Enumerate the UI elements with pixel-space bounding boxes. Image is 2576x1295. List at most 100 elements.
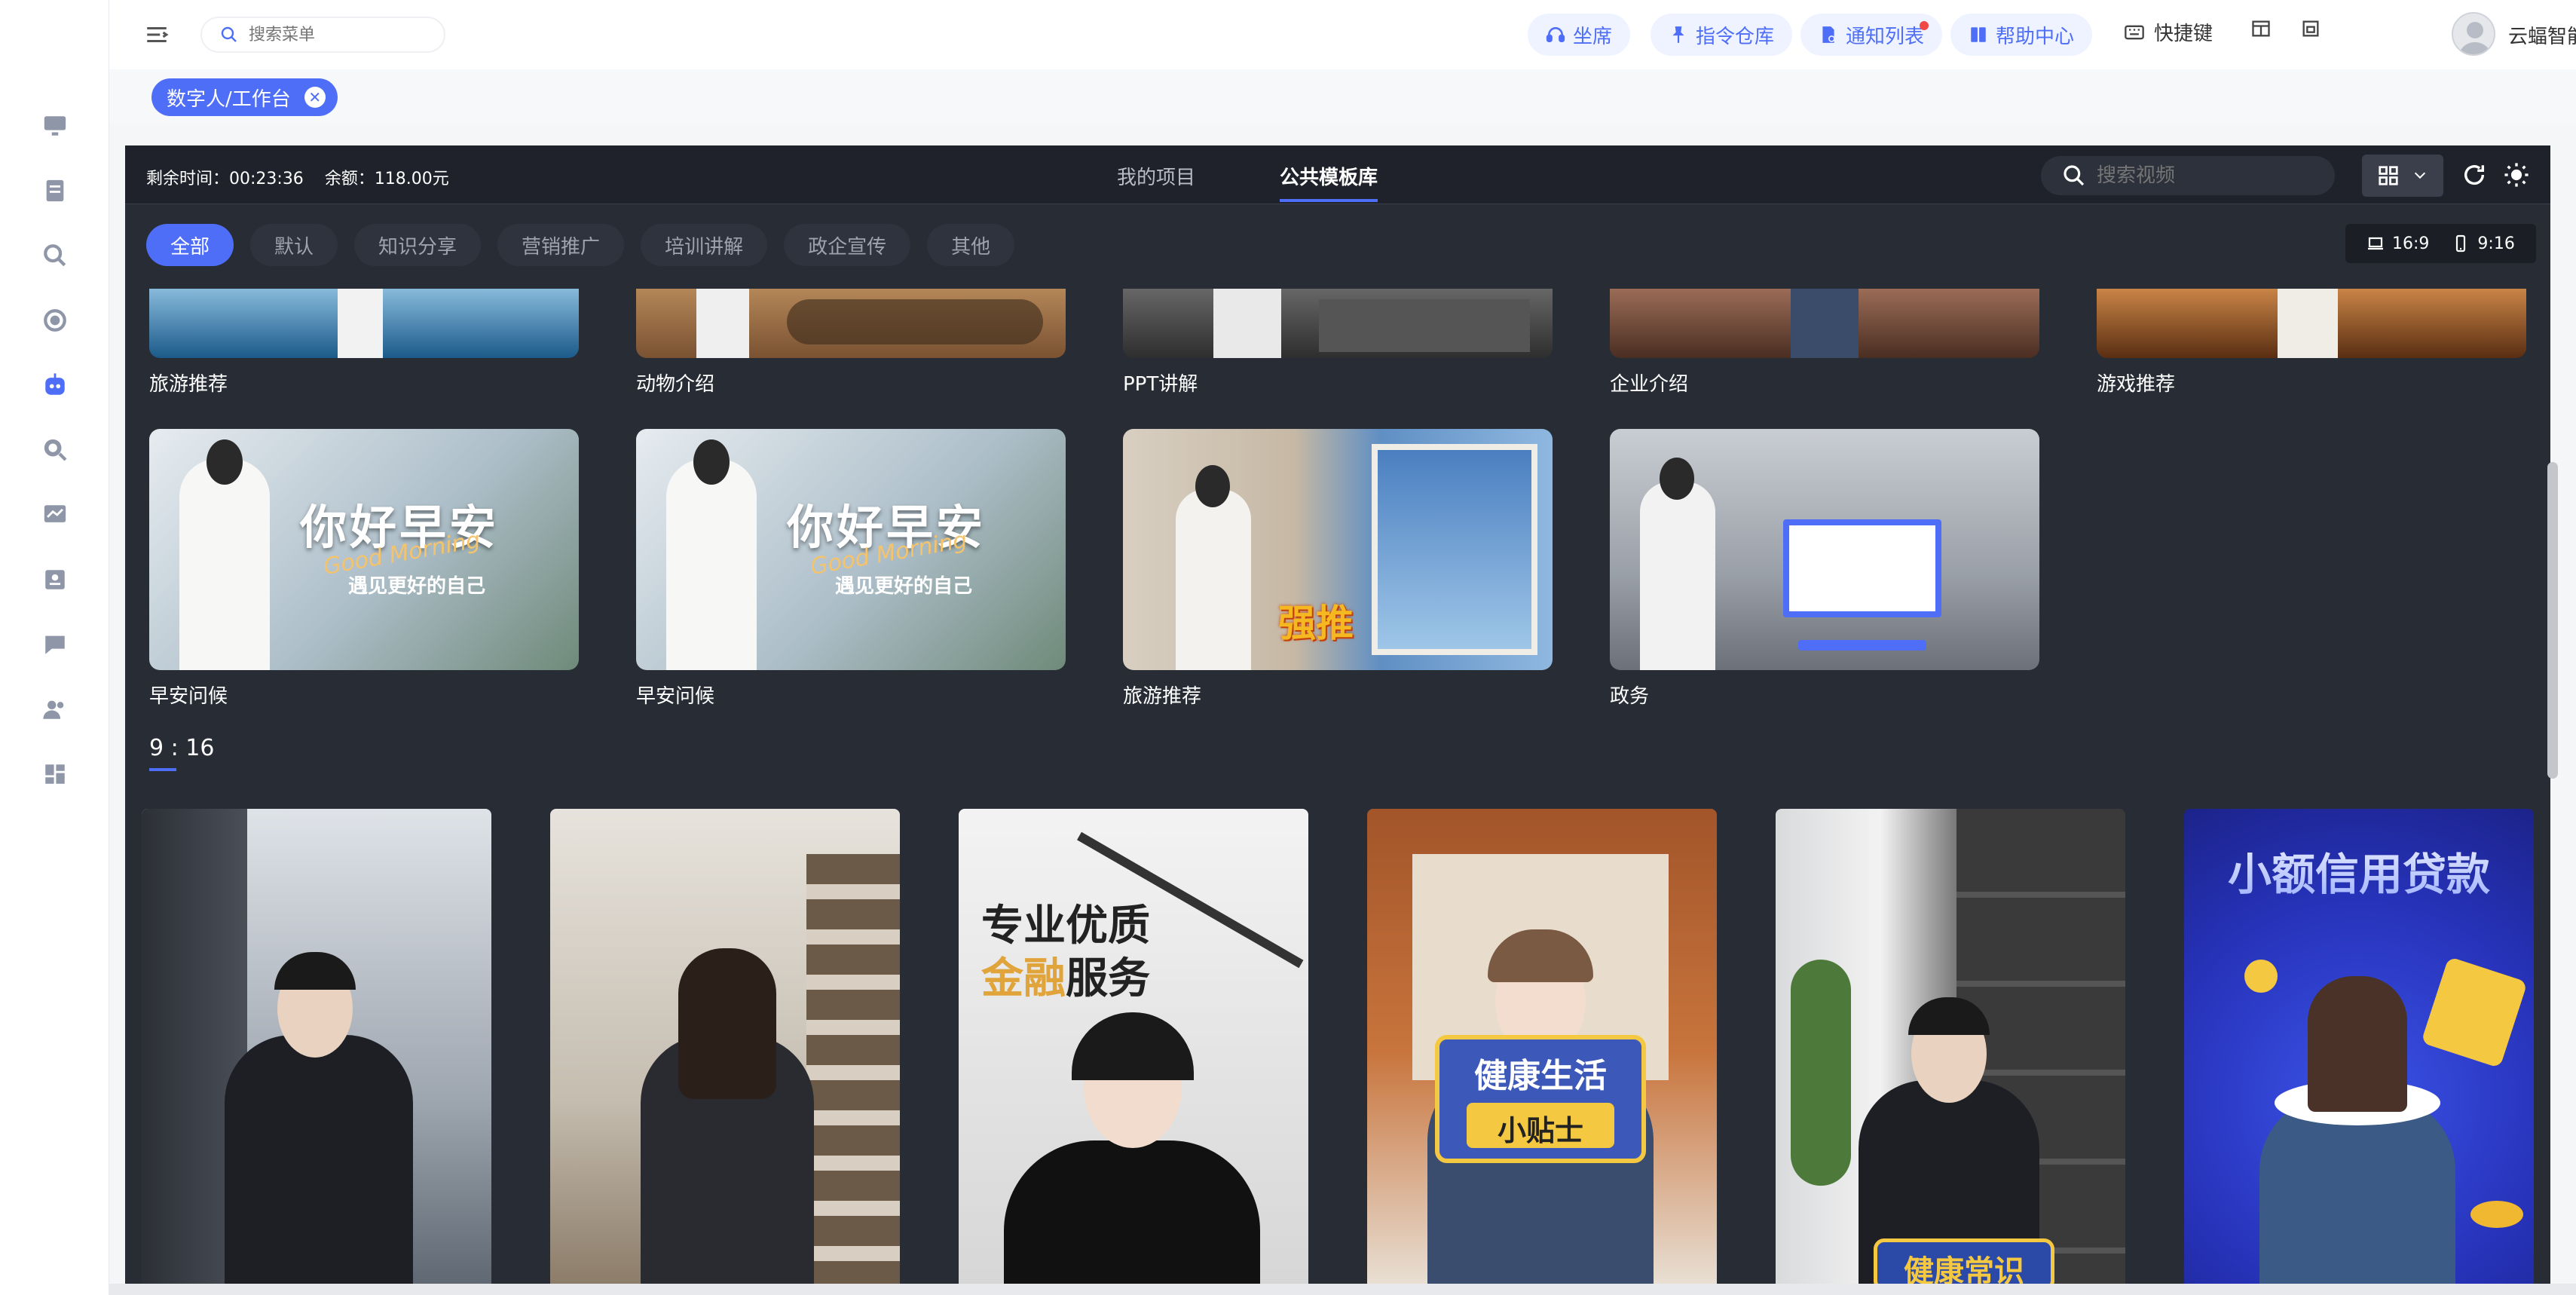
category-all[interactable]: 全部: [146, 224, 234, 266]
screen-shape: [1783, 519, 1941, 617]
menu-search-box[interactable]: [200, 17, 445, 53]
category-marketing[interactable]: 营销推广: [497, 224, 625, 266]
help-center-button[interactable]: 帮助中心: [1950, 14, 2093, 56]
remaining-time: 剩余时间：00:23:36: [146, 170, 304, 188]
portrait-template-card[interactable]: [142, 809, 491, 1284]
ratio-16-9-option[interactable]: 16:9: [2366, 234, 2429, 253]
notification-doc-icon: [1822, 26, 1835, 43]
sign-board: 健康生活 小贴士: [1435, 1035, 1646, 1163]
menu-toggle-icon[interactable]: [143, 22, 170, 47]
template-thumbnail: 你好早安 Good Morning 遇见更好的自己: [149, 429, 579, 670]
template-title: 企业介绍: [1610, 373, 1689, 396]
overlay-line1: 健康常识: [1904, 1254, 2024, 1284]
meeting-room-shape: [1319, 299, 1530, 352]
workspace-header: 剩余时间：00:23:36 余额：118.00元 我的项目 公共模板库: [125, 145, 2550, 204]
tab-my-projects[interactable]: 我的项目: [1117, 162, 1195, 190]
overlay-subtitle: 遇见更好的自己: [835, 575, 973, 598]
user-name-label: 云蝠智能自用: [2508, 26, 2576, 48]
refresh-icon[interactable]: [2461, 162, 2487, 188]
search-icon: [221, 26, 237, 42]
overlay-rest: 服务: [1066, 954, 1150, 1003]
category-training[interactable]: 培训讲解: [641, 224, 768, 266]
category-knowledge-share[interactable]: 知识分享: [354, 224, 482, 266]
monitor-icon[interactable]: [42, 113, 68, 139]
template-title: PPT讲解: [1123, 373, 1198, 396]
presenter-hair: [2308, 976, 2407, 1112]
template-thumbnail: 你好早安 Good Morning 遇见更好的自己: [636, 429, 1066, 670]
user-menu[interactable]: 云蝠智能自用 ▼: [2508, 21, 2576, 49]
search-doc-icon[interactable]: [42, 437, 68, 463]
headset-icon: [1546, 27, 1565, 42]
category-other[interactable]: 其他: [927, 224, 1015, 266]
tag-digital-human-workbench[interactable]: 数字人/工作台 ✕: [151, 78, 338, 116]
dashboard-icon[interactable]: [42, 761, 68, 787]
template-title: 早安问候: [636, 685, 715, 708]
template-thumbnail: [149, 289, 579, 358]
robot-icon[interactable]: [42, 372, 68, 398]
seat-button[interactable]: 坐席: [1528, 14, 1631, 56]
presenter-figure: [666, 459, 757, 670]
portrait-template-card[interactable]: 健康常识: [1776, 809, 2125, 1284]
template-thumbnail: [1610, 429, 2039, 670]
command-repo-label: 指令仓库: [1696, 25, 1775, 48]
ratio-9-16-label: 9:16: [2477, 234, 2515, 253]
template-grid: 旅游推荐 动物介绍 PPT讲解 企业介绍 游戏推荐 你好早安 Good Morn…: [125, 289, 2550, 1284]
overlay-line1: 专业优质: [981, 902, 1150, 951]
presenter-figure: [2278, 289, 2338, 358]
overlay-title: 小额信用贷款: [2184, 839, 2534, 902]
shortcut-button[interactable]: 快捷键: [2124, 18, 2213, 46]
layout-button[interactable]: [2250, 18, 2272, 39]
user-avatar[interactable]: [2452, 12, 2495, 56]
notification-list-button[interactable]: 通知列表: [1800, 14, 1943, 56]
shortcut-label: 快捷键: [2154, 23, 2213, 45]
avatar-person-icon: [2458, 22, 2492, 54]
tab-public-templates[interactable]: 公共模板库: [1280, 162, 1378, 202]
presenter-head: [693, 439, 730, 485]
presenter-figure: [1640, 482, 1715, 670]
template-title: 旅游推荐: [149, 373, 228, 396]
users-icon[interactable]: [42, 696, 68, 722]
overlay-badge: 强推: [1278, 602, 1354, 645]
zoom-search-icon[interactable]: [42, 243, 68, 268]
portrait-template-card[interactable]: 专业优质 金融服务: [959, 809, 1308, 1284]
presenter-figure: [1791, 289, 1859, 358]
close-icon[interactable]: ✕: [304, 87, 326, 108]
template-title: 游戏推荐: [2097, 373, 2176, 396]
template-thumbnail: [1610, 289, 2039, 358]
video-search-input[interactable]: [2097, 164, 2323, 187]
video-search-box[interactable]: [2041, 156, 2335, 195]
presenter-figure: [338, 289, 383, 358]
bookshelf-shape: [806, 854, 900, 1284]
presenter-figure: [696, 289, 749, 358]
sun-theme-icon[interactable]: [2504, 162, 2529, 188]
category-default[interactable]: 默认: [250, 224, 338, 266]
target-icon[interactable]: [42, 308, 68, 333]
command-repo-button[interactable]: 指令仓库: [1651, 14, 1793, 56]
ratio-9-16-option[interactable]: 9:16: [2452, 234, 2515, 253]
template-thumbnail: 强推: [1123, 429, 1553, 670]
view-mode-dropdown[interactable]: [2362, 155, 2443, 197]
template-title: 政务: [1610, 685, 1650, 708]
category-government[interactable]: 政企宣传: [784, 224, 911, 266]
presenter-figure: [179, 459, 270, 670]
id-card-icon[interactable]: [42, 567, 68, 592]
portrait-template-card[interactable]: 健康生活 小贴士: [1367, 809, 1717, 1284]
notification-badge: [1920, 21, 1929, 30]
screenshot-button[interactable]: [2300, 18, 2321, 39]
presenter-head: [1660, 458, 1694, 500]
search-icon: [2064, 165, 2085, 186]
grid-icon: [2379, 166, 2398, 185]
chart-icon[interactable]: [42, 502, 68, 528]
template-title: 早安问候: [149, 685, 228, 708]
presenter-head: [1195, 465, 1230, 507]
chat-icon[interactable]: [42, 632, 68, 657]
tag-bar: 数字人/工作台 ✕: [109, 69, 2576, 124]
portrait-template-card[interactable]: [550, 809, 900, 1284]
left-sidebar: [0, 0, 109, 1295]
document-icon[interactable]: [42, 178, 68, 204]
layout-icon: [2252, 20, 2270, 37]
page-scrollbar[interactable]: [2547, 462, 2558, 779]
overlay-line2: 金融服务: [981, 944, 1150, 1006]
menu-search-input[interactable]: [249, 25, 415, 44]
portrait-template-card[interactable]: 小额信用贷款: [2184, 809, 2534, 1284]
